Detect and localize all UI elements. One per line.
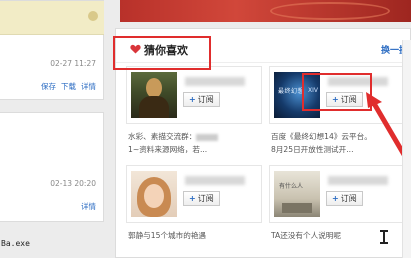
thumb-logo-text: 有什么人 bbox=[279, 183, 304, 190]
desc-line: 水彩、素描交流群： bbox=[128, 132, 197, 141]
left-column: 02-27 11:27 保存 下载 详情 02-13 20:20 详情 Ba.e… bbox=[0, 0, 104, 258]
download-link[interactable]: 下载 bbox=[61, 81, 76, 92]
save-link[interactable]: 保存 bbox=[41, 81, 56, 92]
plus-icon: + bbox=[189, 194, 196, 203]
item-name-blurred bbox=[328, 176, 388, 185]
desc-line: 8月25日开放性测试开... bbox=[271, 145, 354, 154]
subscribe-label: 订阅 bbox=[197, 194, 214, 203]
thumb-logo-text: 最终幻想 bbox=[278, 88, 305, 95]
left-card-2: 02-13 20:20 详情 bbox=[0, 112, 104, 222]
subscribe-label: 订阅 bbox=[197, 95, 214, 104]
item-name-blurred bbox=[185, 77, 245, 86]
header-artwork bbox=[120, 0, 411, 22]
list-item: 有什么人 + 订阅 TA还没有个人说明呢 bbox=[269, 165, 405, 258]
item-card: + 订阅 bbox=[126, 165, 262, 223]
plus-icon: + bbox=[332, 194, 339, 203]
item-thumbnail[interactable] bbox=[131, 171, 177, 217]
card-image-paper bbox=[0, 1, 104, 35]
subscribe-button[interactable]: + 订阅 bbox=[183, 92, 220, 107]
item-card: + 订阅 bbox=[126, 66, 262, 124]
list-item: + 订阅 水彩、素描交流群： 1~资料来源网络，若... bbox=[126, 66, 262, 164]
desc-line: TA还没有个人说明呢 bbox=[271, 231, 341, 240]
item-description: 郭静与15个城市的艳遇 bbox=[128, 229, 262, 242]
subscribe-button[interactable]: + 订阅 bbox=[326, 191, 363, 206]
item-name-blurred bbox=[185, 176, 245, 185]
subscribe-button[interactable]: + 订阅 bbox=[183, 191, 220, 206]
highlight-box-title bbox=[113, 36, 211, 70]
card-actions: 详情 bbox=[81, 201, 96, 212]
item-thumbnail[interactable] bbox=[131, 72, 177, 118]
details-link[interactable]: 详情 bbox=[81, 201, 96, 212]
code-text: Ba.exe bbox=[1, 239, 30, 248]
item-card: 有什么人 + 订阅 bbox=[269, 165, 405, 223]
plus-icon: + bbox=[189, 95, 196, 104]
desc-line: 郭静与15个城市的艳遇 bbox=[128, 231, 207, 240]
cursor-icon bbox=[380, 230, 388, 244]
card-time: 02-27 11:27 bbox=[50, 59, 96, 68]
card-time: 02-13 20:20 bbox=[50, 179, 96, 188]
subscribe-label: 订阅 bbox=[340, 194, 357, 203]
item-thumbnail[interactable]: 有什么人 bbox=[274, 171, 320, 217]
desc-line: 百度《最终幻想14》云平台。 bbox=[271, 132, 372, 141]
item-description: 水彩、素描交流群： 1~资料来源网络，若... bbox=[128, 130, 262, 156]
card-actions: 保存 下载 详情 bbox=[41, 81, 96, 92]
left-card-1: 02-27 11:27 保存 下载 详情 bbox=[0, 0, 104, 100]
list-item: + 订阅 郭静与15个城市的艳遇 bbox=[126, 165, 262, 258]
desc-line: 1~资料来源网络，若... bbox=[128, 145, 208, 154]
details-link[interactable]: 详情 bbox=[81, 81, 96, 92]
scrollbar[interactable] bbox=[402, 40, 411, 258]
